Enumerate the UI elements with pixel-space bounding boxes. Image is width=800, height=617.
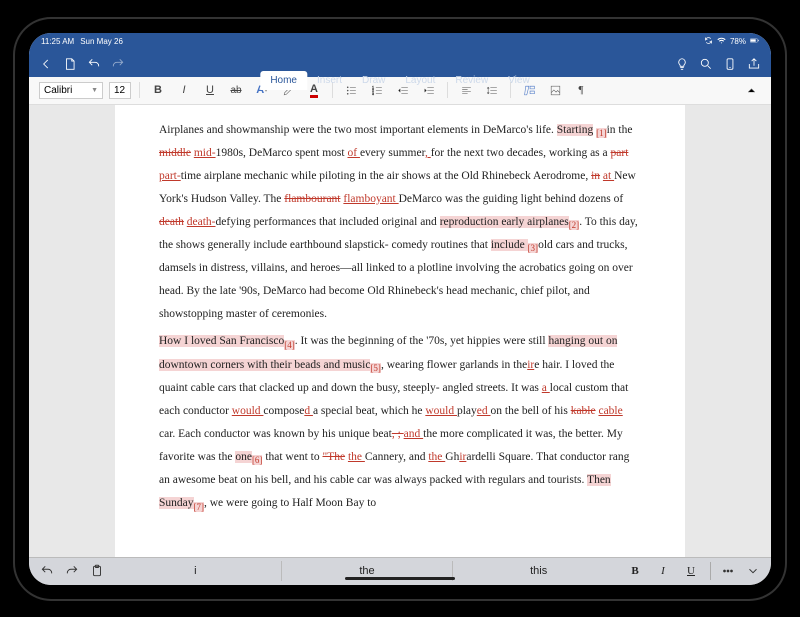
wifi-icon [717,36,726,47]
suggestion-3[interactable]: this [452,561,624,581]
screen: 11:25 AM Sun May 26 78% [29,33,771,585]
kb-undo-button[interactable] [35,559,59,583]
font-name-value: Calibri [44,85,72,96]
kb-underline-button[interactable]: U [681,565,701,577]
share-button[interactable] [743,53,765,75]
status-date: Sun May 26 [80,37,123,46]
status-time: 11:25 AM [41,37,74,46]
italic-button[interactable]: I [174,80,194,100]
chevron-down-icon: ▼ [91,87,98,94]
tracked-delete: middle [159,147,191,159]
battery-icon [750,36,759,47]
document-page[interactable]: Airplanes and showmanship were the two m… [115,105,685,557]
tab-view[interactable]: View [498,71,540,90]
tab-layout[interactable]: Layout [395,71,445,90]
comment-marker-4[interactable]: [4] [284,340,295,350]
ribbon-toggle-button[interactable] [741,80,761,100]
back-button[interactable] [35,53,57,75]
mobile-view-button[interactable] [719,53,741,75]
search-button[interactable] [695,53,717,75]
font-size-select[interactable]: 12 [109,82,131,99]
comment-marker-2[interactable]: [2] [569,220,580,230]
document-canvas[interactable]: Airplanes and showmanship were the two m… [29,105,771,557]
underline-button[interactable]: U [200,80,220,100]
predictive-bar: i the this B I U [29,557,771,585]
home-indicator[interactable] [345,577,455,580]
tab-home[interactable]: Home [260,71,307,90]
kb-clipboard-button[interactable] [85,559,109,583]
suggestion-1[interactable]: i [110,561,281,581]
insert-object-button[interactable] [545,80,565,100]
tab-draw[interactable]: Draw [352,71,395,90]
comment-marker-1[interactable]: [1] [596,128,607,138]
comment-marker-5[interactable]: [5] [370,363,381,373]
tab-insert[interactable]: Insert [307,71,352,90]
kb-italic-button[interactable]: I [653,565,673,577]
bold-button[interactable]: B [148,80,168,100]
tablet-frame: 11:25 AM Sun May 26 78% [15,19,785,599]
file-button[interactable] [59,53,81,75]
sync-icon [704,36,713,47]
ribbon-tabs: Home Insert Draw Layout Review View [260,71,539,90]
tab-review[interactable]: Review [445,71,498,90]
status-bar: 11:25 AM Sun May 26 78% [29,33,771,51]
comment-marker-3[interactable]: [3] [528,243,539,253]
redo-button[interactable] [107,53,129,75]
comment-marker-7[interactable]: [7] [194,502,205,512]
font-name-select[interactable]: Calibri ▼ [39,82,103,99]
svg-text:3: 3 [372,91,374,95]
kb-redo-button[interactable] [60,559,84,583]
kb-collapse-button[interactable] [741,559,765,583]
kb-more-button[interactable] [716,559,740,583]
font-size-value: 12 [114,85,125,96]
paragraph-2[interactable]: How I loved San Francisco[4]. It was the… [159,330,641,515]
paragraph-1[interactable]: Airplanes and showmanship were the two m… [159,119,641,327]
app-toolbar: Home Insert Draw Layout Review View [29,51,771,77]
strike-button[interactable]: ab [226,80,246,100]
tracked-highlight: Starting [557,124,593,136]
undo-button[interactable] [83,53,105,75]
kb-bold-button[interactable]: B [625,565,645,577]
battery-pct: 78% [730,37,746,46]
lightbulb-button[interactable] [671,53,693,75]
show-marks-button[interactable]: ¶ [571,80,591,100]
tracked-insert: mid- [194,147,216,159]
comment-marker-6[interactable]: [6] [252,455,263,465]
